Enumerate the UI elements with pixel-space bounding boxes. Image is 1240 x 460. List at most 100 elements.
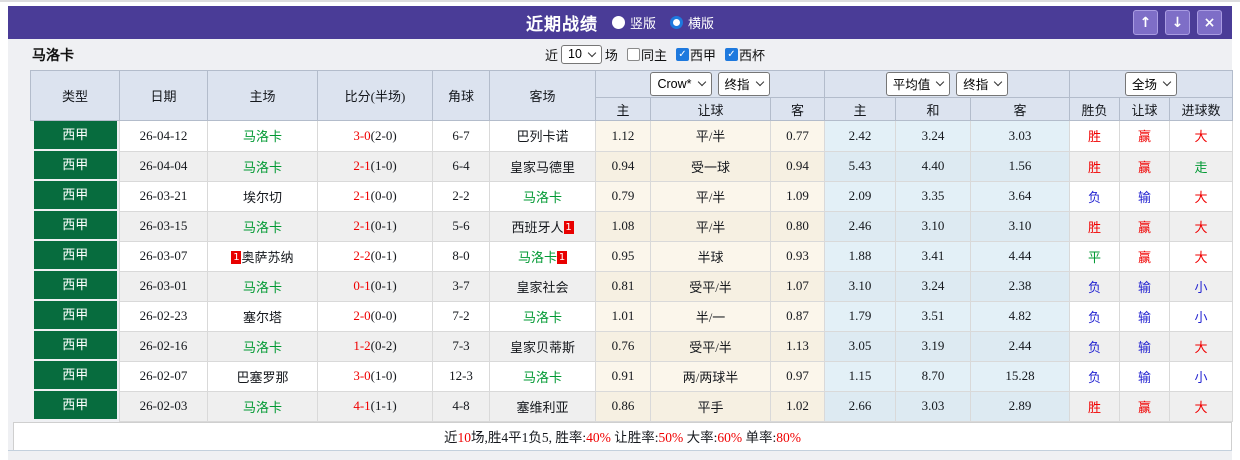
result-group: 全场 <box>1069 70 1234 98</box>
handicap-line: 受一球 <box>650 150 771 182</box>
avg-draw-odds: 3.19 <box>895 330 972 362</box>
bookmaker-select[interactable]: Crow* <box>650 72 712 96</box>
avg-draw-odds: 4.40 <box>895 150 972 182</box>
away-odds: 0.93 <box>769 240 826 272</box>
away-team-name: 皇家马德里 <box>509 159 575 175</box>
away-odds: 1.13 <box>769 330 826 362</box>
avg-home-odds: 1.15 <box>824 360 897 392</box>
same-home-checkbox[interactable]: 同主 <box>626 45 667 64</box>
home-team-name: 塞尔塔 <box>242 309 282 325</box>
league-cell: 西甲 <box>31 181 120 211</box>
close-button[interactable]: × <box>1197 10 1222 35</box>
result-goals: 小 <box>1169 270 1234 302</box>
fulltime-score: 2-1 <box>353 218 371 233</box>
result-wdl: 负 <box>1069 300 1121 332</box>
filters: 近 10 场 同主 ✓ 西甲 ✓ 西杯 <box>545 39 765 70</box>
avg-draw-odds: 3.41 <box>895 240 972 272</box>
same-home-label: 同主 <box>640 48 667 63</box>
avg-home-odds: 5.43 <box>824 150 897 182</box>
avg-away-odds: 2.44 <box>970 330 1071 362</box>
avg-draw-odds: 3.10 <box>895 210 972 242</box>
avg-draw-odds: 3.24 <box>895 270 972 302</box>
avg-home-odds: 3.10 <box>824 270 897 302</box>
layout-radio-vertical[interactable]: 竖版 <box>611 13 656 32</box>
avg-away-odds: 4.44 <box>970 240 1071 272</box>
sub-header-handicap: 让球 <box>650 97 771 121</box>
away-team-name: 皇家贝蒂斯 <box>509 339 575 355</box>
result-handicap: 赢 <box>1119 390 1171 422</box>
score-cell: 0-1(0-1) <box>317 270 433 302</box>
away-odds: 0.80 <box>769 210 826 242</box>
table-row: 西甲 26-02-16 马洛卡 1-2(0-2) 7-3 皇家贝蒂斯 0.76 … <box>31 330 1234 362</box>
halftime-score: (0-1) <box>370 218 397 233</box>
sub-header-home-odds: 主 <box>595 97 651 121</box>
away-odds: 1.09 <box>769 180 826 212</box>
team-name: 马洛卡 <box>32 48 74 64</box>
avg-away-odds: 4.82 <box>970 300 1071 332</box>
col-header-corner: 角球 <box>432 70 490 121</box>
summary-part: 大率: <box>683 430 718 445</box>
radio-label-horizontal: 横版 <box>688 16 715 31</box>
away-odds: 1.02 <box>769 390 826 422</box>
home-odds: 0.79 <box>595 180 651 212</box>
away-team: 马洛卡 <box>489 360 596 392</box>
home-team: 马洛卡 <box>207 120 318 152</box>
results-table: 类型 日期 主场 比分(半场) 角球 客场 Crow* 终指 平均值 终指 全场… <box>30 70 1234 422</box>
chevron-down-icon <box>697 77 706 87</box>
summary-part: 10 <box>457 430 471 445</box>
away-team: 塞维利亚 <box>489 390 596 422</box>
table-row: 西甲 26-04-12 马洛卡 3-0(2-0) 6-7 巴列卡诺 1.12 平… <box>31 120 1234 152</box>
result-handicap: 输 <box>1119 300 1171 332</box>
odds-stage-select-1[interactable]: 终指 <box>717 72 770 96</box>
sub-header-handicap-result: 让球 <box>1119 97 1171 121</box>
avg-away-odds: 3.10 <box>970 210 1071 242</box>
select-value: 终指 <box>963 78 989 92</box>
fulltime-select[interactable]: 全场 <box>1125 72 1178 96</box>
fulltime-score: 3-0 <box>353 368 371 383</box>
league-badge: 西甲 <box>33 241 117 269</box>
result-wdl: 胜 <box>1069 120 1121 152</box>
avg-home-odds: 2.42 <box>824 120 897 152</box>
average-select[interactable]: 平均值 <box>885 72 951 96</box>
layout-radio-horizontal[interactable]: 横版 <box>670 13 714 32</box>
chevron-down-icon <box>755 77 764 87</box>
handicap-line: 平/半 <box>650 120 771 152</box>
chevron-down-icon <box>936 77 945 87</box>
result-goals: 小 <box>1169 360 1234 392</box>
match-date: 26-04-04 <box>119 150 208 182</box>
corner-score: 4-8 <box>432 390 490 422</box>
league-cell: 西甲 <box>31 151 120 181</box>
sub-header-avg-home: 主 <box>824 97 897 121</box>
away-team: 皇家马德里 <box>489 150 596 182</box>
corner-score: 6-4 <box>432 150 490 182</box>
halftime-score: (0-2) <box>370 338 397 353</box>
red-card-badge: 1 <box>563 220 574 234</box>
filterbar: 马洛卡 近 10 场 同主 ✓ 西甲 ✓ 西杯 <box>8 39 1232 70</box>
away-team-name: 马洛卡 <box>522 189 562 205</box>
result-handicap: 输 <box>1119 330 1171 362</box>
league-checkbox[interactable]: ✓ 西甲 <box>675 45 716 64</box>
corner-score: 8-0 <box>432 240 490 272</box>
score-cell: 3-0(2-0) <box>317 120 433 152</box>
move-up-button[interactable]: ↑ <box>1133 10 1158 35</box>
chevron-down-icon <box>994 77 1003 87</box>
fulltime-score: 2-1 <box>353 188 371 203</box>
result-wdl: 胜 <box>1069 150 1121 182</box>
recent-prefix-label: 近 <box>545 48 559 63</box>
away-team-name: 巴列卡诺 <box>516 129 569 145</box>
cup-checkbox[interactable]: ✓ 西杯 <box>724 45 765 64</box>
away-odds: 0.87 <box>769 300 826 332</box>
titlebar: 近期战绩 竖版 横版 ↑ ↓ × <box>8 6 1232 39</box>
radio-label-vertical: 竖版 <box>629 16 656 31</box>
move-down-button[interactable]: ↓ <box>1165 10 1190 35</box>
league-label: 西甲 <box>689 48 716 63</box>
avg-away-odds: 2.89 <box>970 390 1071 422</box>
home-team-name: 马洛卡 <box>242 219 282 235</box>
home-team: 马洛卡 <box>207 210 318 242</box>
home-team: 1 奥萨苏纳 <box>207 240 318 272</box>
recent-count-select[interactable]: 10 <box>561 45 602 64</box>
avg-away-odds: 3.64 <box>970 180 1071 212</box>
odds-stage-select-2[interactable]: 终指 <box>956 72 1009 96</box>
result-handicap: 赢 <box>1119 150 1171 182</box>
down-arrow-icon: ↓ <box>1171 14 1184 31</box>
